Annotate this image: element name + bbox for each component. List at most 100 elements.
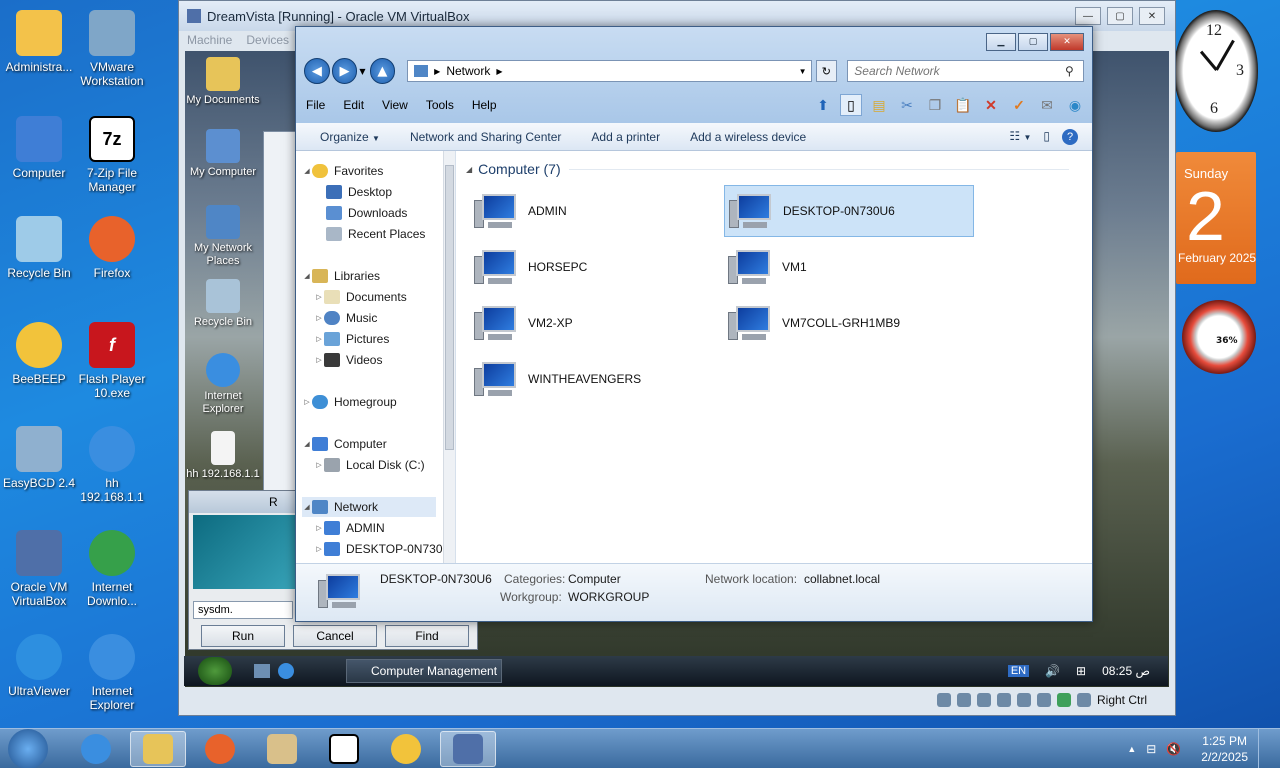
nav-desktop[interactable]: Desktop (326, 182, 455, 202)
nav-music[interactable]: ▷ Music (314, 308, 455, 328)
add-wireless-device-button[interactable]: Add a wireless device (690, 130, 806, 144)
navigation-pane[interactable]: ◢ Favorites Desktop Downloads Recent Plac… (296, 151, 456, 565)
forward-button[interactable]: ▶ (331, 58, 358, 84)
guest-icon-my-documents[interactable]: My Documents (185, 57, 261, 107)
run-button[interactable]: Run (201, 625, 285, 647)
guest-clock[interactable]: 08:25 ص (1102, 664, 1150, 678)
desktop-icon-ultraviewer[interactable]: UltraViewer (0, 634, 78, 698)
nav-network-admin[interactable]: ▷ ADMIN (314, 518, 455, 538)
up-folder-icon[interactable]: ⬆ (812, 94, 834, 116)
computer-item-horsepc[interactable]: HORSEPC (470, 241, 720, 293)
view-options-icon[interactable]: ☷ ▼ (1009, 129, 1031, 145)
hard-disk-icon[interactable] (936, 693, 951, 707)
recent-pages-chevron-icon[interactable]: ▼ (359, 67, 365, 76)
help-icon[interactable]: ? (1062, 128, 1078, 145)
taskbar-virtualbox[interactable] (440, 730, 496, 767)
group-header-computer[interactable]: ◢ Computer (7) (466, 161, 1069, 177)
delete-icon[interactable]: ✕ (980, 94, 1002, 116)
display-icon[interactable] (1016, 693, 1031, 707)
network-tray-icon[interactable]: ⊞ (1076, 664, 1086, 678)
search-input[interactable] (854, 64, 1066, 78)
collapse-icon[interactable]: ◢ (466, 165, 472, 174)
globe-icon[interactable]: ◉ (1064, 94, 1086, 116)
cpu-meter-gadget[interactable]: 36% (1182, 300, 1256, 374)
start-button[interactable] (8, 728, 48, 768)
maximize-button[interactable]: ▢ (1018, 33, 1048, 51)
network-sharing-center-button[interactable]: Network and Sharing Center (410, 130, 561, 144)
minimize-button[interactable]: — (1075, 7, 1101, 25)
network-explorer-window[interactable]: ▁ ▢ ✕ ◀ ▶ ▼ ▲ ▶ Network ▶ ▼ ↻ ⚲ File Edi (295, 26, 1093, 622)
menu-file[interactable]: File (306, 98, 325, 112)
up-button[interactable]: ▲ (369, 58, 396, 84)
computer-item-admin[interactable]: ADMIN (470, 185, 720, 237)
taskbar-paint[interactable] (254, 731, 310, 767)
taskbar-file-explorer[interactable] (130, 730, 186, 767)
preview-pane-icon[interactable]: ▯ (1043, 129, 1050, 145)
network-status-icon[interactable] (1056, 693, 1071, 707)
nav-local-disk[interactable]: ▷ Local Disk (C:) (314, 455, 455, 475)
email-icon[interactable]: ✉ (1036, 94, 1058, 116)
taskbar-firefox[interactable] (192, 731, 248, 767)
menu-devices[interactable]: Devices (246, 33, 289, 47)
address-dropdown-icon[interactable]: ▼ (795, 67, 811, 76)
nav-documents[interactable]: ▷ Documents (314, 287, 455, 307)
guest-icon-my-computer[interactable]: My Computer (185, 129, 261, 179)
computer-item-vm1[interactable]: VM1 (724, 241, 974, 293)
taskbar-internet-explorer[interactable] (68, 731, 124, 767)
network-tray-icon[interactable]: ⊟ (1146, 742, 1156, 756)
find-button[interactable]: Find (385, 625, 469, 647)
minimize-button[interactable]: ▁ (986, 33, 1016, 51)
folder-options-icon[interactable]: ▤ (868, 94, 890, 116)
nav-pictures[interactable]: ▷ Pictures (314, 329, 455, 349)
address-bar[interactable]: ▶ Network ▶ ▼ (407, 60, 812, 82)
run-input[interactable] (193, 601, 293, 619)
desktop-icon-administrator[interactable]: Administra... (0, 10, 78, 74)
computer-item-desktop-0n730u6[interactable]: DESKTOP-0N730U6 (724, 185, 974, 237)
close-button[interactable]: ✕ (1050, 33, 1084, 51)
guest-start-button[interactable] (198, 657, 232, 685)
language-indicator[interactable]: EN (1007, 665, 1030, 677)
clock-gadget[interactable]: 12 3 6 (1174, 10, 1258, 132)
nav-recent-places[interactable]: Recent Places (326, 224, 455, 244)
volume-icon[interactable]: 🔊 (1045, 664, 1060, 678)
mouse-integration-icon[interactable] (1076, 693, 1091, 707)
paste-icon[interactable]: 📋 (952, 94, 974, 116)
internet-explorer-icon[interactable] (278, 663, 294, 679)
taskbar-7zip[interactable] (316, 731, 372, 767)
nav-libraries[interactable]: ◢ Libraries (302, 266, 448, 286)
content-pane[interactable]: ◢ Computer (7) ADMIN DESKTOP-0N730U6 HOR… (456, 151, 1092, 565)
host-clock[interactable]: 1:25 PM 2/2/2025 (1201, 733, 1248, 765)
desktop-icon-internet-explorer[interactable]: Internet Explorer (73, 634, 151, 712)
nav-network[interactable]: ◢ Network (302, 497, 436, 517)
shared-folder-icon[interactable] (996, 693, 1011, 707)
nav-computer[interactable]: ◢ Computer (302, 434, 448, 454)
copy-icon[interactable]: ❐ (924, 94, 946, 116)
guest-icon-network-places[interactable]: My Network Places (185, 205, 261, 268)
nav-downloads[interactable]: Downloads (326, 203, 455, 223)
cut-icon[interactable]: ✂ (896, 94, 918, 116)
desktop-icon-7zip[interactable]: 7z 7-Zip File Manager (73, 116, 151, 194)
guest-icon-internet-explorer[interactable]: Internet Explorer (185, 353, 261, 416)
cancel-button[interactable]: Cancel (293, 625, 377, 647)
add-printer-button[interactable]: Add a printer (591, 130, 660, 144)
search-box[interactable]: ⚲ (847, 60, 1085, 82)
taskbar-item-computer-management[interactable]: Computer Management (346, 659, 502, 683)
desktop-icon-beebeep[interactable]: BeeBEEP (0, 322, 78, 386)
computer-item-vm2-xp[interactable]: VM2-XP (470, 297, 720, 349)
taskbar-beebeep[interactable] (378, 731, 434, 767)
menu-tools[interactable]: Tools (426, 98, 454, 112)
menu-view[interactable]: View (382, 98, 408, 112)
desktop-icon-idm[interactable]: Internet Downlo... (73, 530, 151, 608)
menu-edit[interactable]: Edit (343, 98, 364, 112)
desktop-icon-vmware[interactable]: VMware Workstation (73, 10, 151, 88)
computer-item-vm7coll[interactable]: VM7COLL-GRH1MB9 (724, 297, 974, 349)
nav-network-desktop[interactable]: ▷ DESKTOP-0N730 (314, 539, 455, 559)
desktop-icon-computer[interactable]: Computer (0, 116, 78, 180)
desktop-icon-firefox[interactable]: Firefox (73, 216, 151, 280)
search-icon[interactable]: ⚲ (1065, 64, 1083, 78)
maximize-button[interactable]: ▢ (1107, 7, 1133, 25)
menu-machine[interactable]: Machine (187, 33, 232, 47)
desktop-icon-flash-player[interactable]: f Flash Player 10.exe (73, 322, 151, 400)
guest-icon-recycle-bin[interactable]: Recycle Bin (185, 279, 261, 329)
optical-drive-icon[interactable] (956, 693, 971, 707)
